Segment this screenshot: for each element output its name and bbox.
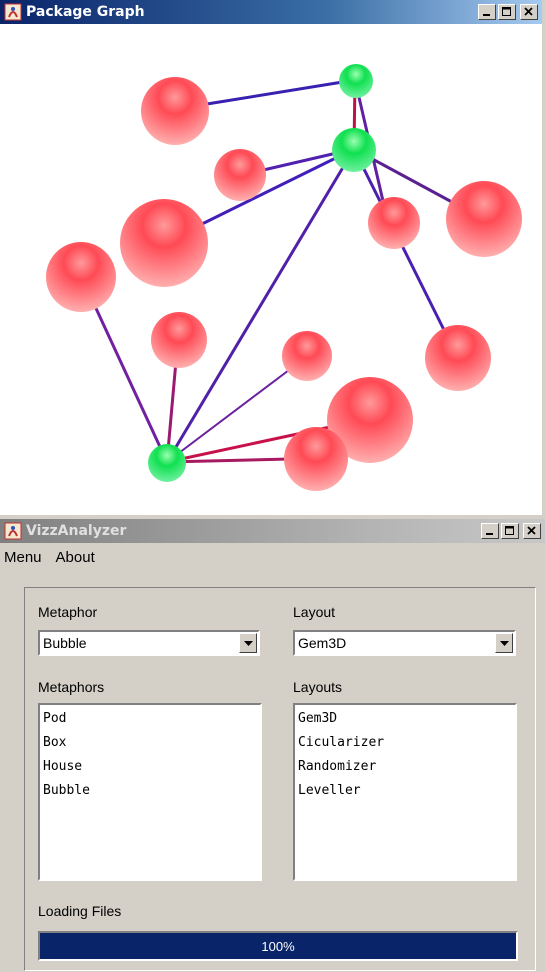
package-node[interactable]	[446, 181, 522, 257]
layouts-list[interactable]: Gem3D Cicularizer Randomizer Leveller	[293, 703, 517, 881]
list-item[interactable]: Pod	[43, 709, 257, 733]
layouts-label: Layouts	[293, 679, 343, 695]
layout-selected-value: Gem3D	[298, 635, 347, 651]
list-item[interactable]: Gem3D	[298, 709, 512, 733]
package-node[interactable]	[282, 331, 332, 381]
vizzanalyzer-titlebar[interactable]: VizzAnalyzer	[0, 519, 545, 543]
menu-bar: Menu About	[0, 543, 545, 571]
metaphor-dropdown-button[interactable]	[239, 633, 257, 653]
package-graph-titlebar[interactable]: Package Graph	[0, 0, 542, 24]
minimize-icon	[483, 14, 490, 16]
graph-edge	[206, 78, 356, 106]
package-node[interactable]	[214, 149, 266, 201]
metaphors-list[interactable]: Pod Box House Bubble	[38, 703, 262, 881]
layout-label: Layout	[293, 604, 336, 620]
package-node-root[interactable]	[339, 64, 373, 98]
metaphor-select[interactable]: Bubble	[38, 630, 260, 656]
maximize-icon	[502, 7, 511, 16]
layout-dropdown-button[interactable]	[495, 633, 513, 653]
menu-item-menu[interactable]: Menu	[4, 549, 42, 566]
package-graph-window: Package Graph	[0, 0, 545, 515]
package-node-root[interactable]	[332, 128, 376, 172]
list-item[interactable]: Box	[43, 733, 257, 757]
java-app-icon	[4, 3, 22, 21]
metaphor-label: Metaphor	[38, 604, 98, 620]
maximize-icon	[505, 526, 514, 535]
graph-nodes	[46, 64, 522, 491]
close-button[interactable]	[523, 523, 541, 539]
list-item[interactable]: Cicularizer	[298, 733, 512, 757]
package-node[interactable]	[141, 77, 209, 145]
package-graph-canvas[interactable]	[0, 24, 542, 515]
chevron-down-icon	[499, 640, 509, 646]
close-button[interactable]	[520, 4, 538, 20]
package-node[interactable]	[368, 197, 420, 249]
package-node-root[interactable]	[148, 444, 186, 482]
package-node[interactable]	[425, 325, 491, 391]
maximize-button[interactable]	[501, 523, 519, 539]
window-title: Package Graph	[26, 4, 145, 20]
maximize-button[interactable]	[498, 4, 516, 20]
minimize-icon	[486, 533, 493, 535]
package-node[interactable]	[151, 312, 207, 368]
java-app-icon	[4, 522, 22, 540]
close-icon	[527, 526, 536, 535]
minimize-button[interactable]	[481, 523, 499, 539]
package-node[interactable]	[120, 199, 208, 287]
loading-progress-bar: 100%	[38, 931, 518, 961]
package-node[interactable]	[46, 242, 116, 312]
list-item[interactable]: Randomizer	[298, 757, 512, 781]
progress-text: 100%	[261, 939, 295, 954]
loading-files-label: Loading Files	[38, 903, 122, 919]
close-icon	[524, 7, 533, 16]
list-item[interactable]: House	[43, 757, 257, 781]
window-title: VizzAnalyzer	[26, 523, 127, 539]
list-item[interactable]: Bubble	[43, 781, 257, 805]
metaphors-label: Metaphors	[38, 679, 105, 695]
chevron-down-icon	[243, 640, 253, 646]
list-item[interactable]: Leveller	[298, 781, 512, 805]
metaphor-selected-value: Bubble	[43, 635, 87, 651]
minimize-button[interactable]	[478, 4, 496, 20]
menu-item-about[interactable]: About	[56, 549, 95, 566]
layout-select[interactable]: Gem3D	[293, 630, 516, 656]
package-node[interactable]	[284, 427, 348, 491]
